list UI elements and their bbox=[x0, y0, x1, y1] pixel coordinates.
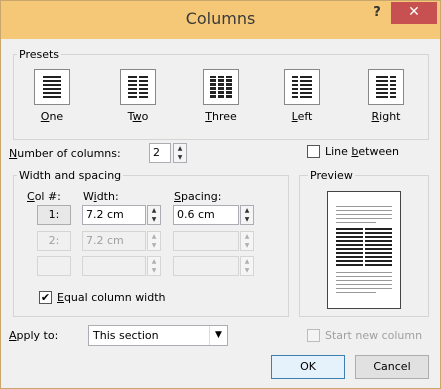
spin-down-icon[interactable]: ▼ bbox=[241, 266, 253, 275]
preset-two-accel: w bbox=[132, 110, 142, 123]
preset-right-label: ight bbox=[379, 110, 401, 123]
width-input-1[interactable]: 7.2 cm bbox=[82, 205, 146, 225]
spacing-input-3[interactable] bbox=[173, 256, 239, 276]
line-between-label[interactable]: Line between bbox=[325, 145, 399, 158]
start-new-column-label: Start new column bbox=[325, 329, 423, 342]
preset-one-label: ne bbox=[49, 110, 64, 123]
spacing-input-2[interactable] bbox=[173, 231, 239, 251]
width-spacing-legend: Width and spacing bbox=[17, 169, 124, 182]
preset-two-label: o bbox=[141, 110, 149, 123]
preview-layout bbox=[336, 206, 392, 293]
preset-two-columns-icon bbox=[120, 69, 156, 105]
col-number-header: Col #: bbox=[27, 190, 61, 203]
spacing-spinner-2[interactable]: ▲ ▼ bbox=[240, 231, 254, 251]
ok-button[interactable]: OK bbox=[271, 355, 345, 379]
preset-left-label: eft bbox=[297, 110, 313, 123]
preset-right[interactable]: Right bbox=[361, 69, 411, 123]
width-spinner-3[interactable]: ▲ ▼ bbox=[147, 256, 161, 276]
chevron-down-icon[interactable]: ▼ bbox=[209, 326, 227, 345]
spacing-header: Spacing: bbox=[174, 190, 222, 203]
preset-three-label: hree bbox=[211, 110, 237, 123]
col-number-1: 1: bbox=[37, 205, 71, 225]
help-button[interactable]: ? bbox=[366, 2, 388, 24]
number-of-columns-spinner[interactable]: ▲ ▼ bbox=[173, 143, 187, 163]
spin-down-icon[interactable]: ▼ bbox=[241, 241, 253, 250]
spin-up-icon[interactable]: ▲ bbox=[148, 206, 160, 215]
number-of-columns-label: Number of columns: bbox=[9, 147, 121, 160]
apply-to-value: This section bbox=[93, 329, 159, 342]
title-bar[interactable]: Columns ? ✕ bbox=[1, 1, 440, 39]
width-input-3[interactable] bbox=[82, 256, 146, 276]
preset-left-column-icon bbox=[284, 69, 320, 105]
width-spinner-1[interactable]: ▲ ▼ bbox=[147, 205, 161, 225]
width-header: Width: bbox=[83, 190, 119, 203]
spin-down-icon[interactable]: ▼ bbox=[148, 215, 160, 224]
checkmark-icon: ✔ bbox=[40, 291, 51, 304]
spin-up-icon[interactable]: ▲ bbox=[148, 257, 160, 266]
preset-three-columns-icon bbox=[203, 69, 239, 105]
close-icon: ✕ bbox=[408, 4, 420, 20]
equal-column-width-checkbox[interactable]: ✔ bbox=[39, 291, 52, 304]
col-number-2: 2: bbox=[37, 231, 71, 251]
preview-page bbox=[327, 191, 401, 309]
presets-legend: Presets bbox=[17, 48, 62, 61]
spin-up-icon[interactable]: ▲ bbox=[241, 206, 253, 215]
start-new-column-checkbox[interactable] bbox=[307, 329, 320, 342]
cancel-button[interactable]: Cancel bbox=[355, 355, 429, 379]
preset-right-accel: R bbox=[371, 110, 380, 123]
spin-down-icon[interactable]: ▼ bbox=[241, 215, 253, 224]
preset-one-column-icon bbox=[34, 69, 70, 105]
preview-legend: Preview bbox=[308, 169, 355, 182]
preset-one[interactable]: One bbox=[27, 69, 77, 123]
dialog-body: Presets One Two Three Left Right Number … bbox=[9, 39, 434, 383]
spin-up-icon[interactable]: ▲ bbox=[241, 257, 253, 266]
spacing-input-1[interactable]: 0.6 cm bbox=[173, 205, 239, 225]
preset-left[interactable]: Left bbox=[277, 69, 327, 123]
spin-up-icon[interactable]: ▲ bbox=[174, 144, 186, 153]
close-button[interactable]: ✕ bbox=[391, 2, 437, 24]
spin-down-icon[interactable]: ▼ bbox=[174, 153, 186, 162]
spin-up-icon[interactable]: ▲ bbox=[148, 232, 160, 241]
equal-column-width-label[interactable]: Equal column width bbox=[57, 291, 166, 304]
preset-right-column-icon bbox=[368, 69, 404, 105]
width-spinner-2[interactable]: ▲ ▼ bbox=[147, 231, 161, 251]
spin-down-icon[interactable]: ▼ bbox=[148, 266, 160, 275]
spin-down-icon[interactable]: ▼ bbox=[148, 241, 160, 250]
preset-three[interactable]: Three bbox=[196, 69, 246, 123]
number-of-columns-input[interactable]: 2 bbox=[149, 143, 171, 163]
spacing-spinner-3[interactable]: ▲ ▼ bbox=[240, 256, 254, 276]
columns-dialog: Columns ? ✕ Presets One Two Three Left R… bbox=[0, 0, 441, 389]
line-between-checkbox[interactable] bbox=[307, 145, 320, 158]
spacing-spinner-1[interactable]: ▲ ▼ bbox=[240, 205, 254, 225]
apply-to-select[interactable]: This section ▼ bbox=[88, 325, 228, 346]
spin-up-icon[interactable]: ▲ bbox=[241, 232, 253, 241]
apply-to-label: Apply to: bbox=[9, 329, 59, 342]
col-number-3 bbox=[37, 256, 71, 276]
preset-three-accel: T bbox=[205, 110, 212, 123]
preset-two[interactable]: Two bbox=[113, 69, 163, 123]
width-input-2[interactable]: 7.2 cm bbox=[82, 231, 146, 251]
